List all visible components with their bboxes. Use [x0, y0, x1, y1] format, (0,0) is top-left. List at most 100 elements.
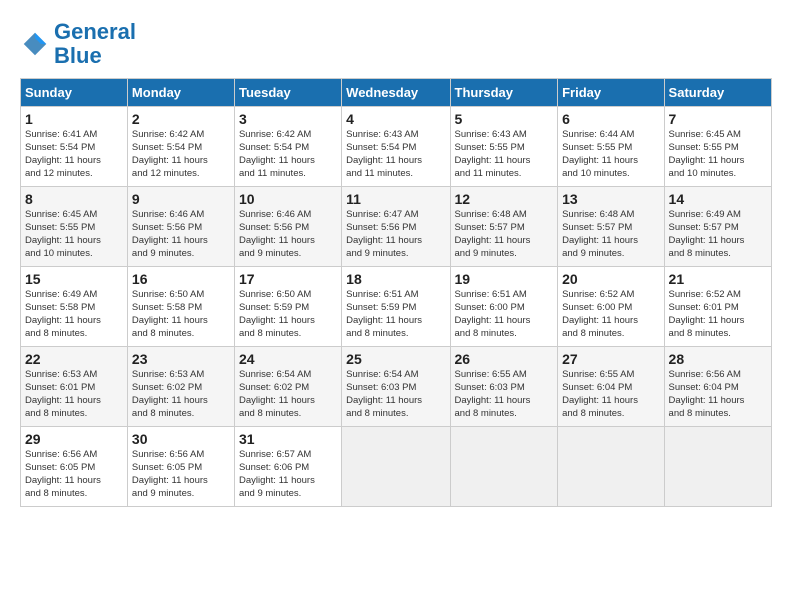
- day-number: 11: [346, 191, 445, 207]
- day-number: 16: [132, 271, 230, 287]
- day-number: 12: [455, 191, 554, 207]
- day-info: Sunrise: 6:51 AM Sunset: 5:59 PM Dayligh…: [346, 289, 445, 340]
- day-number: 1: [25, 111, 123, 127]
- day-number: 20: [562, 271, 659, 287]
- calendar-week-row: 15Sunrise: 6:49 AM Sunset: 5:58 PM Dayli…: [21, 267, 772, 347]
- day-info: Sunrise: 6:52 AM Sunset: 6:01 PM Dayligh…: [669, 289, 767, 340]
- day-info: Sunrise: 6:45 AM Sunset: 5:55 PM Dayligh…: [25, 209, 123, 260]
- calendar-header: SundayMondayTuesdayWednesdayThursdayFrid…: [21, 79, 772, 107]
- calendar-cell: 7Sunrise: 6:45 AM Sunset: 5:55 PM Daylig…: [664, 107, 771, 187]
- day-number: 27: [562, 351, 659, 367]
- calendar-cell: 24Sunrise: 6:54 AM Sunset: 6:02 PM Dayli…: [234, 347, 341, 427]
- calendar-week-row: 8Sunrise: 6:45 AM Sunset: 5:55 PM Daylig…: [21, 187, 772, 267]
- calendar-cell: 5 Sunrise: 6:43 AM Sunset: 5:55 PM Daylig…: [450, 107, 558, 187]
- day-number: 30: [132, 431, 230, 447]
- day-number: 31: [239, 431, 337, 447]
- day-info: Sunrise: 6:49 AM Sunset: 5:57 PM Dayligh…: [669, 209, 767, 260]
- day-info: Sunrise: 6:53 AM Sunset: 6:02 PM Dayligh…: [132, 369, 230, 420]
- day-info: Sunrise: 6:42 AM Sunset: 5:54 PM Dayligh…: [239, 129, 337, 180]
- day-info: Sunrise: 6:50 AM Sunset: 5:59 PM Dayligh…: [239, 289, 337, 340]
- day-info: Sunrise: 6:57 AM Sunset: 6:06 PM Dayligh…: [239, 449, 337, 500]
- day-number: 2: [132, 111, 230, 127]
- calendar-cell: 20 Sunrise: 6:52 AM Sunset: 6:00 PM Dayli…: [558, 267, 664, 347]
- day-number: 21: [669, 271, 767, 287]
- day-info: Sunrise: 6:55 AM Sunset: 6:03 PM Dayligh…: [455, 369, 554, 420]
- calendar-cell: 12 Sunrise: 6:48 AM Sunset: 5:57 PM Dayli…: [450, 187, 558, 267]
- calendar-cell: 4Sunrise: 6:43 AM Sunset: 5:54 PM Daylig…: [342, 107, 450, 187]
- day-number: 13: [562, 191, 659, 207]
- day-info: Sunrise: 6:47 AM Sunset: 5:56 PM Dayligh…: [346, 209, 445, 260]
- calendar-cell: 26 Sunrise: 6:55 AM Sunset: 6:03 PM Dayli…: [450, 347, 558, 427]
- calendar-cell: 13 Sunrise: 6:48 AM Sunset: 5:57 PM Dayli…: [558, 187, 664, 267]
- day-number: 14: [669, 191, 767, 207]
- day-number: 29: [25, 431, 123, 447]
- calendar-cell: 21 Sunrise: 6:52 AM Sunset: 6:01 PM Dayli…: [664, 267, 771, 347]
- logo: General Blue: [20, 20, 136, 68]
- calendar-week-row: 22Sunrise: 6:53 AM Sunset: 6:01 PM Dayli…: [21, 347, 772, 427]
- day-number: 17: [239, 271, 337, 287]
- day-number: 28: [669, 351, 767, 367]
- day-number: 22: [25, 351, 123, 367]
- day-info: Sunrise: 6:55 AM Sunset: 6:04 PM Dayligh…: [562, 369, 659, 420]
- calendar-cell: [342, 427, 450, 507]
- day-info: Sunrise: 6:52 AM Sunset: 6:00 PM Dayligh…: [562, 289, 659, 340]
- day-info: Sunrise: 6:46 AM Sunset: 5:56 PM Dayligh…: [239, 209, 337, 260]
- calendar-week-row: 1 Sunrise: 6:41 AM Sunset: 5:54 PM Daylig…: [21, 107, 772, 187]
- weekday-header-monday: Monday: [127, 79, 234, 107]
- day-info: Sunrise: 6:50 AM Sunset: 5:58 PM Dayligh…: [132, 289, 230, 340]
- calendar-cell: 28 Sunrise: 6:56 AM Sunset: 6:04 PM Dayli…: [664, 347, 771, 427]
- day-info: Sunrise: 6:48 AM Sunset: 5:57 PM Dayligh…: [562, 209, 659, 260]
- logo-text: General Blue: [54, 20, 136, 68]
- weekday-header-wednesday: Wednesday: [342, 79, 450, 107]
- calendar-cell: 27 Sunrise: 6:55 AM Sunset: 6:04 PM Dayli…: [558, 347, 664, 427]
- calendar-cell: 22Sunrise: 6:53 AM Sunset: 6:01 PM Dayli…: [21, 347, 128, 427]
- calendar-cell: 14 Sunrise: 6:49 AM Sunset: 5:57 PM Dayli…: [664, 187, 771, 267]
- day-number: 5: [455, 111, 554, 127]
- day-info: Sunrise: 6:42 AM Sunset: 5:54 PM Dayligh…: [132, 129, 230, 180]
- calendar-table: SundayMondayTuesdayWednesdayThursdayFrid…: [20, 78, 772, 507]
- weekday-header-tuesday: Tuesday: [234, 79, 341, 107]
- weekday-header-saturday: Saturday: [664, 79, 771, 107]
- calendar-body: 1 Sunrise: 6:41 AM Sunset: 5:54 PM Daylig…: [21, 107, 772, 507]
- day-number: 24: [239, 351, 337, 367]
- day-number: 18: [346, 271, 445, 287]
- day-number: 19: [455, 271, 554, 287]
- day-info: Sunrise: 6:41 AM Sunset: 5:54 PM Dayligh…: [25, 129, 123, 180]
- calendar-cell: 3 Sunrise: 6:42 AM Sunset: 5:54 PM Daylig…: [234, 107, 341, 187]
- day-number: 9: [132, 191, 230, 207]
- calendar-cell: 10 Sunrise: 6:46 AM Sunset: 5:56 PM Dayli…: [234, 187, 341, 267]
- calendar-cell: 30 Sunrise: 6:56 AM Sunset: 6:05 PM Dayli…: [127, 427, 234, 507]
- day-info: Sunrise: 6:51 AM Sunset: 6:00 PM Dayligh…: [455, 289, 554, 340]
- calendar-cell: 25 Sunrise: 6:54 AM Sunset: 6:03 PM Dayli…: [342, 347, 450, 427]
- day-info: Sunrise: 6:56 AM Sunset: 6:04 PM Dayligh…: [669, 369, 767, 420]
- day-number: 7: [669, 111, 767, 127]
- day-info: Sunrise: 6:48 AM Sunset: 5:57 PM Dayligh…: [455, 209, 554, 260]
- calendar-cell: 18 Sunrise: 6:51 AM Sunset: 5:59 PM Dayli…: [342, 267, 450, 347]
- calendar-cell: 19 Sunrise: 6:51 AM Sunset: 6:00 PM Dayli…: [450, 267, 558, 347]
- day-number: 6: [562, 111, 659, 127]
- logo-icon: [20, 29, 50, 59]
- calendar-week-row: 29 Sunrise: 6:56 AM Sunset: 6:05 PM Dayli…: [21, 427, 772, 507]
- calendar-cell: [450, 427, 558, 507]
- weekday-header-friday: Friday: [558, 79, 664, 107]
- day-info: Sunrise: 6:44 AM Sunset: 5:55 PM Dayligh…: [562, 129, 659, 180]
- day-info: Sunrise: 6:56 AM Sunset: 6:05 PM Dayligh…: [25, 449, 123, 500]
- day-number: 10: [239, 191, 337, 207]
- weekday-header-row: SundayMondayTuesdayWednesdayThursdayFrid…: [21, 79, 772, 107]
- day-number: 3: [239, 111, 337, 127]
- day-info: Sunrise: 6:54 AM Sunset: 6:03 PM Dayligh…: [346, 369, 445, 420]
- calendar-cell: [558, 427, 664, 507]
- calendar-cell: 1 Sunrise: 6:41 AM Sunset: 5:54 PM Daylig…: [21, 107, 128, 187]
- calendar-cell: 29 Sunrise: 6:56 AM Sunset: 6:05 PM Dayli…: [21, 427, 128, 507]
- calendar-cell: 9 Sunrise: 6:46 AM Sunset: 5:56 PM Daylig…: [127, 187, 234, 267]
- day-info: Sunrise: 6:43 AM Sunset: 5:55 PM Dayligh…: [455, 129, 554, 180]
- calendar-cell: 16 Sunrise: 6:50 AM Sunset: 5:58 PM Dayli…: [127, 267, 234, 347]
- day-info: Sunrise: 6:46 AM Sunset: 5:56 PM Dayligh…: [132, 209, 230, 260]
- day-info: Sunrise: 6:56 AM Sunset: 6:05 PM Dayligh…: [132, 449, 230, 500]
- day-number: 25: [346, 351, 445, 367]
- calendar-cell: 11 Sunrise: 6:47 AM Sunset: 5:56 PM Dayli…: [342, 187, 450, 267]
- day-number: 26: [455, 351, 554, 367]
- day-number: 23: [132, 351, 230, 367]
- weekday-header-thursday: Thursday: [450, 79, 558, 107]
- day-number: 15: [25, 271, 123, 287]
